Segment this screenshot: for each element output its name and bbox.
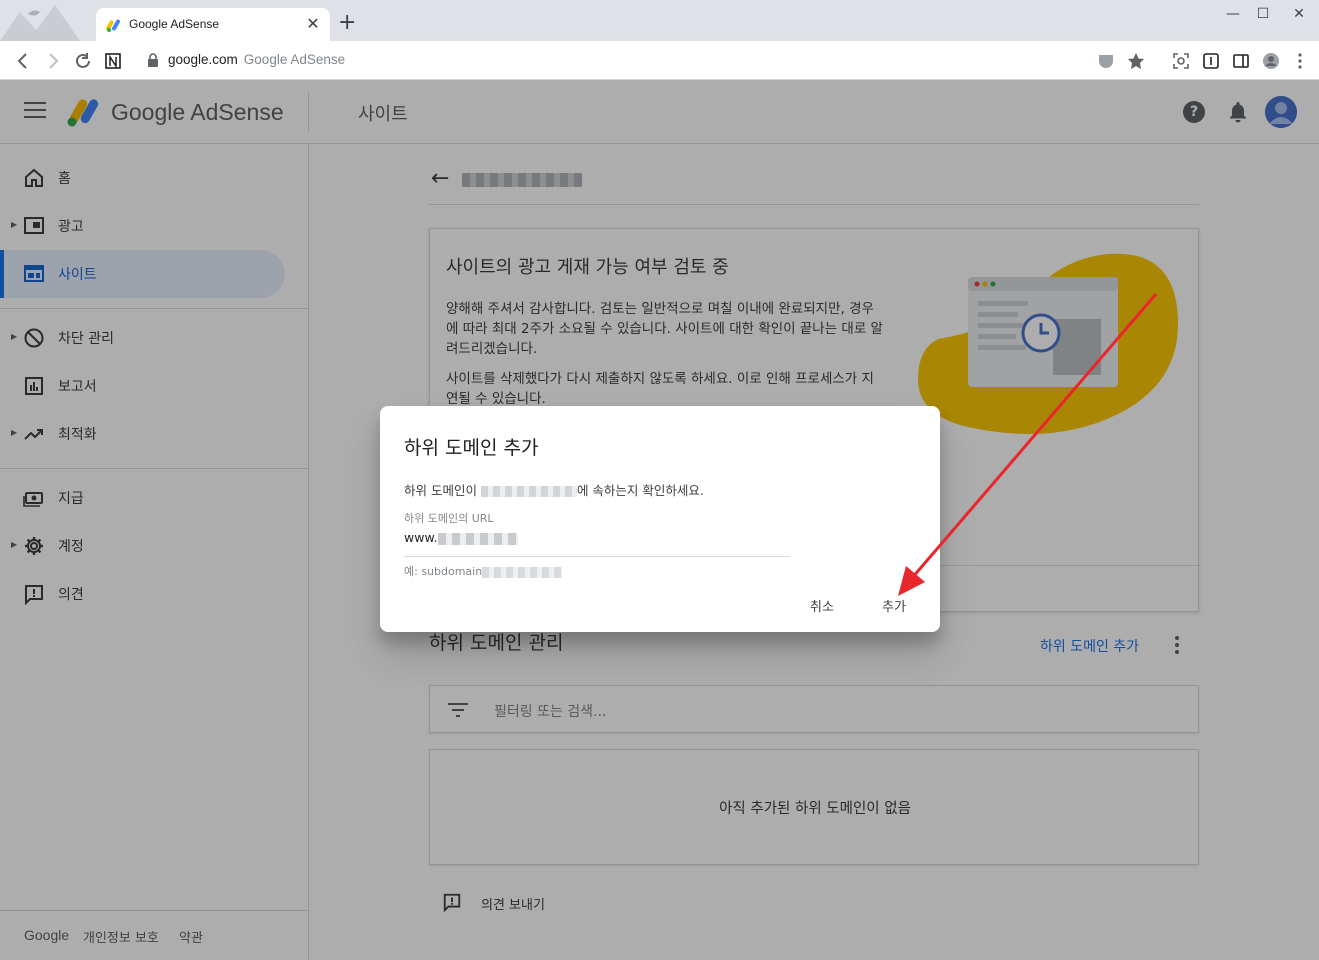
profile-avatar-icon[interactable] (1260, 50, 1282, 72)
browser-tab[interactable]: Google AdSense ✕ (96, 8, 330, 41)
reader-extension-icon[interactable] (1200, 50, 1222, 72)
tab-title: Google AdSense (129, 17, 220, 31)
hint-prefix: 예: subdomain (404, 565, 483, 578)
shield-extension-icon[interactable] (1095, 50, 1117, 72)
address-field[interactable]: google.com Google AdSense (168, 52, 345, 67)
forward-icon[interactable] (42, 50, 64, 72)
bookmark-star-icon[interactable] (1125, 50, 1147, 72)
screenshot-extension-icon[interactable] (1170, 50, 1192, 72)
cancel-button[interactable]: 취소 (810, 596, 834, 615)
new-tab-button[interactable]: + (338, 12, 356, 34)
maximize-button[interactable]: ☐ (1248, 4, 1278, 24)
url-host: google.com (168, 52, 238, 67)
subdomain-url-input[interactable]: www. (404, 530, 790, 557)
browser-menu-icon[interactable] (1289, 50, 1311, 72)
side-panel-icon[interactable] (1230, 50, 1252, 72)
browser-toolbar: google.com Google AdSense (0, 41, 1319, 80)
back-icon[interactable] (12, 50, 34, 72)
url-field-label: 하위 도메인의 URL (404, 512, 494, 525)
reload-icon[interactable] (72, 50, 94, 72)
lock-icon[interactable] (147, 53, 159, 67)
add-subdomain-dialog: 하위 도메인 추가 하위 도메인이 에 속하는지 확인하세요. 하위 도메인의 … (380, 406, 940, 632)
input-value-prefix: www. (404, 530, 438, 545)
add-button[interactable]: 추가 (882, 596, 906, 615)
url-page-title: Google AdSense (243, 52, 346, 67)
notion-extension-icon[interactable] (102, 50, 124, 72)
adsense-favicon-icon (106, 19, 120, 32)
redacted-domain (480, 486, 577, 497)
redacted-domain (482, 566, 563, 578)
minimize-button[interactable]: — (1218, 4, 1248, 24)
url-field-hint: 예: subdomain (404, 563, 563, 579)
tab-close-icon[interactable]: ✕ (304, 14, 322, 33)
redacted-domain (437, 532, 518, 545)
dialog-message-suffix: 에 속하는지 확인하세요. (576, 483, 704, 498)
browser-tabbar: Google AdSense ✕ + — ☐ ✕ (0, 0, 1319, 41)
theme-decoration-icon (0, 5, 80, 41)
dialog-message-prefix: 하위 도메인이 (404, 483, 481, 498)
dialog-title: 하위 도메인 추가 (404, 437, 539, 459)
dialog-message: 하위 도메인이 에 속하는지 확인하세요. (404, 480, 704, 499)
close-window-button[interactable]: ✕ (1284, 4, 1314, 24)
